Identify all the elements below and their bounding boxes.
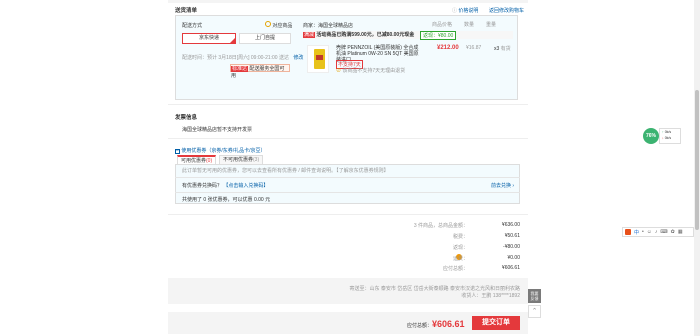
store-label: 商家：海国全球精品店	[303, 23, 354, 29]
tax-label: 税费：	[452, 234, 468, 240]
tax-value: ¥50.61	[504, 233, 520, 239]
net-speed-panel: ↑ 0k/s ↓ 0k/s	[659, 128, 681, 144]
divider	[168, 138, 528, 139]
install-service-tag: 标准达 配送服务全国可用	[230, 64, 290, 79]
col-weight: 重量	[486, 22, 497, 28]
recipient: 收货人：王鹏 138****1892	[461, 293, 520, 299]
enter-code-link[interactable]: 【点击输入兑换码】	[223, 183, 268, 189]
product-price: ¥212.00	[437, 45, 459, 51]
product-image[interactable]	[307, 45, 329, 73]
pay-total-label: 应付总额：	[442, 266, 468, 272]
jd-express-option[interactable]: 京东快递	[182, 33, 236, 44]
check-goods-link[interactable]: 对应商品	[265, 21, 292, 29]
items-total-label: 3 件商品，总商品金额：	[413, 223, 468, 229]
invoice-text: 海国全球精品店暂不支持开发票	[182, 127, 253, 133]
product-qty: x3 有货	[494, 46, 511, 52]
promo-row: 满减 活动商品已购满599.00元，已减80.00元现金	[303, 31, 513, 39]
scrollbar-thumb[interactable]	[695, 90, 699, 230]
rebate-label: 返现：	[452, 245, 468, 251]
punctuation-icon[interactable]: •	[642, 229, 644, 235]
clock-icon	[265, 21, 271, 27]
shipping-fee-label: 运费：	[452, 256, 468, 262]
jd-badge: 标准达	[231, 66, 249, 72]
product-weight: ¥16.87	[466, 45, 482, 51]
divider	[168, 104, 528, 105]
speed-meter-icon[interactable]: 76%	[643, 128, 659, 144]
product-return-note: ⊘ 该商品不支持7天无理由退货	[336, 68, 406, 74]
pay-total-value: ¥606.61	[501, 265, 520, 271]
modify-time-link[interactable]: 修改	[293, 55, 303, 61]
shipping-title: 送货清单	[175, 8, 198, 14]
col-price: 商品价格	[432, 22, 453, 28]
shipping-fee-value: ¥0.00	[507, 255, 520, 261]
lang-switch-icon[interactable]: 中	[634, 229, 639, 236]
checkout-page: 送货清单 ⓘ 价格说明 返回修改购物车 配送方式 对应商品 京东快递 上门自提 …	[0, 0, 700, 336]
back-to-cart-link[interactable]: 返回修改购物车	[489, 7, 524, 14]
back-to-top-icon[interactable]: ⌃	[528, 305, 541, 318]
coupon-manage-link[interactable]: 前去兑换 ›	[491, 182, 514, 189]
pickup-option[interactable]: 上门自提	[239, 33, 291, 44]
coupon-exchange: 有优惠券兑换码？ 【点击输入兑换码】	[182, 183, 269, 189]
invoice-title: 发票信息	[175, 115, 198, 121]
feedback-button[interactable]: 我要 反馈	[528, 289, 541, 303]
delivery-label: 配送方式	[182, 23, 203, 29]
delivery-time: 配送时间：预计 3月18日[周六] 09:00-21:00 送达 修改	[182, 55, 304, 61]
footer-total: 应付总额：¥606.61	[407, 319, 465, 329]
submit-order-button[interactable]: 提交订单	[472, 316, 520, 330]
items-total-value: ¥636.00	[501, 222, 520, 228]
price-info-link[interactable]: ⓘ 价格说明	[452, 7, 478, 14]
keyboard-icon[interactable]: ⌨	[660, 229, 667, 235]
coupon-toggle[interactable]: − 使用优惠券（京券/东券/礼品卡/京豆）	[175, 147, 266, 154]
rebate-value: -¥80.00	[503, 244, 520, 250]
emoji-icon[interactable]: ☺	[647, 229, 652, 235]
selected-corner-icon	[230, 38, 235, 43]
skin-icon[interactable]: ✿	[671, 229, 675, 235]
collapse-icon: −	[175, 148, 180, 154]
mic-icon[interactable]: ♪	[655, 229, 658, 235]
top-band	[168, 0, 528, 3]
toolbox-icon[interactable]: ▦	[678, 229, 683, 235]
coupon-notice: 此订单暂无可用的优惠券，您可以去查看所有优惠券 / 邮件查询说明。【了解京东优惠…	[182, 168, 389, 174]
ime-toolbar: 中 • ☺ ♪ ⌨ ✿ ▦	[622, 227, 694, 237]
rebate-badge: 返现：¥80.00	[420, 31, 457, 40]
coupon-summary: 共使用了 0 张优惠券，可以优惠 0.00 元	[182, 197, 271, 203]
col-qty: 数量	[464, 22, 475, 28]
delivery-address: 寄送至：山东 泰安市 岱岳区 岱岳大街泰顺路 泰安市汉诺之光风和日丽利农路	[349, 286, 520, 292]
promo-tag: 满减	[303, 32, 316, 38]
sogou-logo-icon[interactable]	[625, 229, 631, 235]
